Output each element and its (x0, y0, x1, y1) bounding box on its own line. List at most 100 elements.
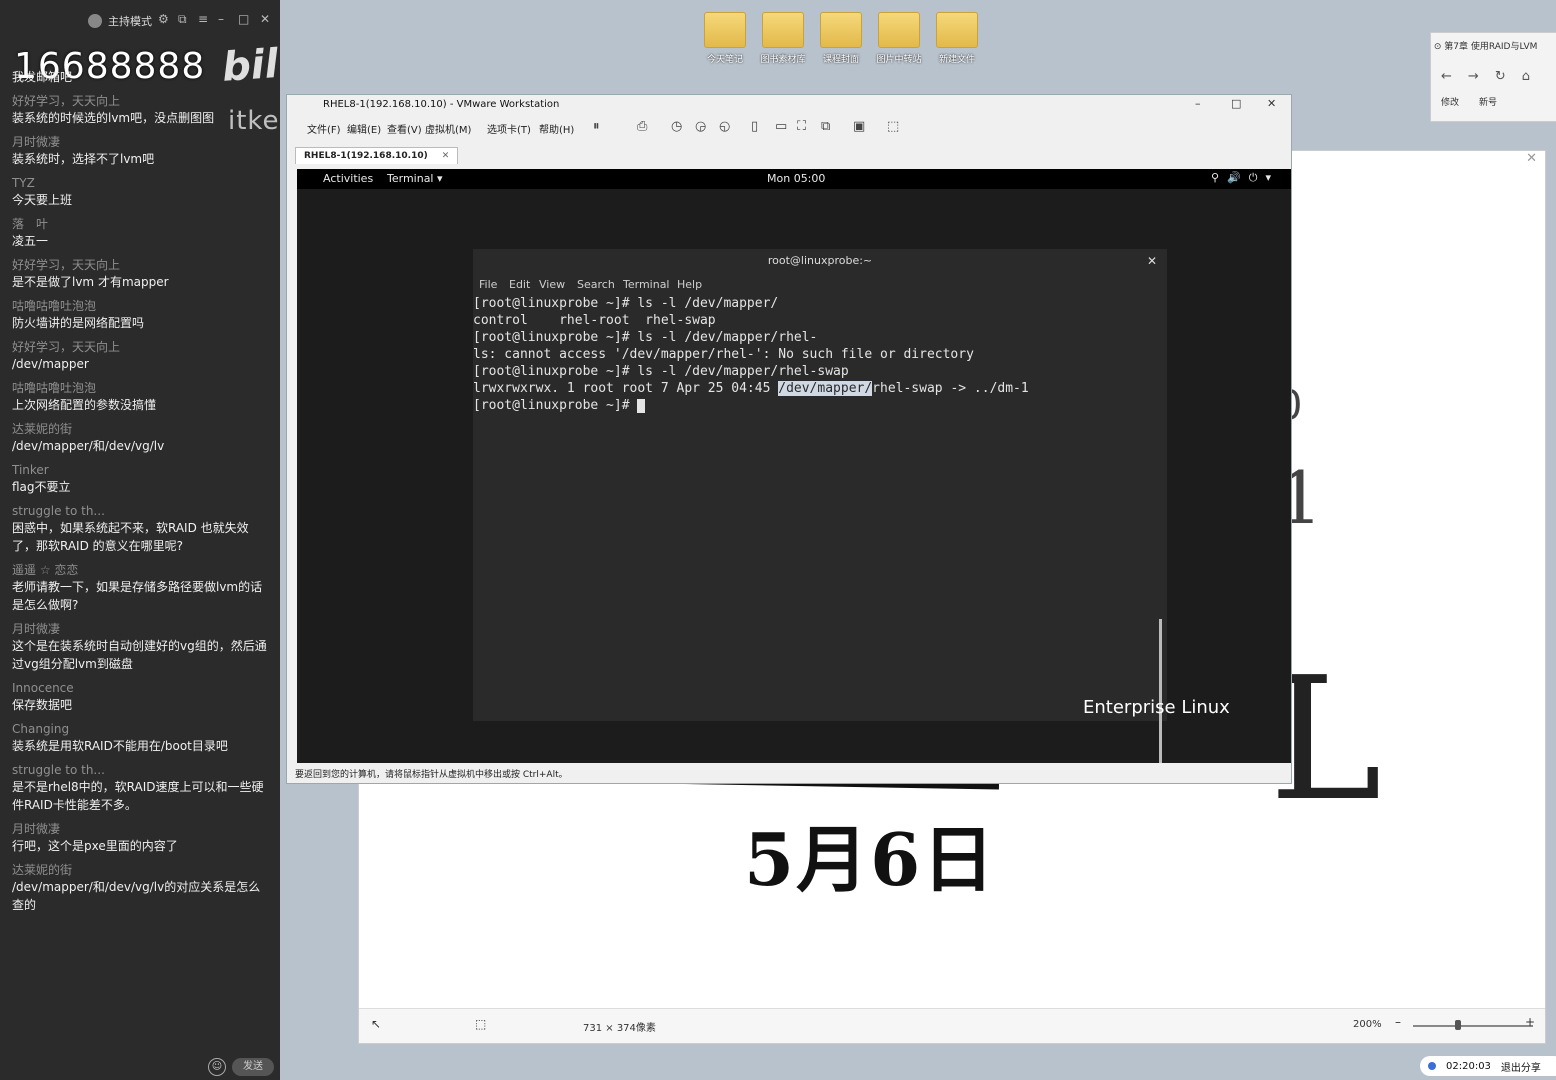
pause-icon[interactable]: ⏸ (593, 119, 600, 134)
desktop-folder-icon[interactable]: 新建文件 (932, 12, 982, 65)
activities-button[interactable]: Activities (323, 172, 373, 185)
chat-message: 达莱妮的街/dev/mapper/和/dev/vg/lv的对应关系是怎么查的 (12, 862, 270, 914)
terminal-menu-item[interactable]: File (479, 278, 497, 291)
menu-item[interactable]: 查看(V) (387, 121, 422, 136)
menu-item[interactable]: 虚拟机(M) (425, 121, 471, 136)
terminal-menu-item[interactable]: Terminal (623, 278, 670, 291)
chat-username[interactable]: Tinker (12, 462, 270, 478)
minimize-icon[interactable]: – (1195, 97, 1201, 110)
chat-text: 老师请教一下，如果是存储多路径要做lvm的话是怎么做啊? (12, 580, 263, 612)
desktop-folder-icon[interactable]: 今天笔记 (700, 12, 750, 65)
chat-username[interactable]: 咕噜咕噜吐泡泡 (12, 380, 270, 396)
back-icon[interactable]: ← (1441, 69, 1452, 84)
forward-icon[interactable]: → (1468, 69, 1479, 84)
chat-text: 保存数据吧 (12, 698, 73, 712)
menu-item[interactable]: 编辑(E) (347, 121, 381, 136)
chat-username[interactable]: 落 叶 (12, 216, 270, 232)
menu-item[interactable]: 文件(F) (307, 121, 341, 136)
gnome-topbar: Activities Terminal ▾ Mon 05:00 ⚲🔊⏻▾ (297, 169, 1291, 189)
popout-icon[interactable]: ⧉ (178, 12, 187, 27)
terminal-menu-item[interactable]: Help (677, 278, 702, 291)
select-icon[interactable]: ⬚ (475, 1017, 486, 1031)
chat-username[interactable]: 好好学习，天天向上 (12, 257, 270, 273)
chat-username[interactable]: 好好学习，天天向上 (12, 93, 270, 109)
chat-username[interactable]: 月时微凄 (12, 134, 270, 150)
chat-username[interactable]: 好好学习，天天向上 (12, 339, 270, 355)
desktop-folder-icon[interactable]: 图书素材库 (758, 12, 808, 65)
browser-nav: ← → ↻ ⌂ (1441, 69, 1530, 84)
minimize-icon[interactable]: – (218, 12, 224, 26)
pointer-icon[interactable]: ↖ (371, 1017, 381, 1031)
guest-desktop[interactable]: Activities Terminal ▾ Mon 05:00 ⚲🔊⏻▾ roo… (297, 169, 1291, 763)
view-options-icon[interactable]: ⬚ (887, 119, 899, 134)
unity-icon[interactable]: ⧉ (821, 119, 830, 134)
chat-message: 好好学习，天天向上 是不是做了lvm 才有mapper (12, 257, 270, 291)
chat-topbar: 主持模式 ⚙ ⧉ ≡ – □ ✕ (0, 0, 280, 40)
send-keys-icon[interactable]: ⎙ (637, 119, 647, 134)
chat-username[interactable]: 遥遥 ☆ 恋恋 (12, 562, 270, 578)
snapshot-icon[interactable]: ◷ (671, 119, 682, 134)
chat-username[interactable]: struggle to th... (12, 503, 270, 519)
close-icon[interactable]: ✕ (1267, 97, 1276, 110)
desktop-folder-icon[interactable]: 图片中转站 (874, 12, 924, 65)
tab-rhel8[interactable]: RHEL8-1(192.168.10.10) ✕ (295, 147, 459, 164)
terminal-window[interactable]: root@linuxprobe:~ ✕ File Edit View Search Te… (473, 249, 1167, 763)
close-icon[interactable]: ✕ (1526, 151, 1537, 166)
chat-username[interactable]: 月时微凄 (12, 821, 270, 837)
home-icon[interactable]: ⌂ (1522, 69, 1530, 84)
menu-item[interactable]: 帮助(H) (539, 121, 574, 136)
chat-username[interactable]: 达莱妮的街 (12, 862, 270, 878)
settings-icon[interactable]: ⚙ (158, 12, 169, 26)
zoom-in-icon[interactable]: + (1525, 1015, 1535, 1029)
desktop-folder-icon[interactable]: 课程封面 (816, 12, 866, 65)
manage-snapshot-icon[interactable]: ◵ (719, 119, 730, 134)
zoom-slider-knob[interactable] (1455, 1020, 1461, 1030)
maximize-icon[interactable]: □ (1231, 97, 1241, 110)
browser-tab[interactable]: ⊙ 第7章 使用RAID与LVM (1431, 39, 1556, 57)
chat-messages: 我发邮箱吧 好好学习，天天向上 装系统的时候选的lvm吧，没点删图图 月时微凄 装系统时… (12, 68, 270, 921)
zoom-out-icon[interactable]: – (1395, 1015, 1401, 1029)
close-icon[interactable]: ✕ (1147, 249, 1157, 273)
close-icon[interactable]: ✕ (260, 12, 270, 26)
chat-panel: 主持模式 ⚙ ⧉ ≡ – □ ✕ 16688888 bilibili itke1… (0, 0, 280, 1080)
maximize-icon[interactable]: □ (238, 12, 249, 26)
terminal-line: [root@linuxprobe ~]# ls -l /dev/mapper/r… (473, 364, 849, 379)
terminal-icon[interactable]: ▣ (853, 119, 865, 134)
send-button[interactable]: 发送 (232, 1058, 274, 1076)
chat-message: 我发邮箱吧 (12, 68, 270, 86)
favorite-item[interactable]: 修改 (1441, 95, 1459, 108)
emoji-icon[interactable]: ☺ (208, 1058, 226, 1076)
zoom-slider[interactable] (1413, 1025, 1533, 1027)
chat-username[interactable]: TYZ (12, 175, 270, 191)
chat-username[interactable]: struggle to th... (12, 762, 270, 778)
share-timer: 02:20:03 (1446, 1060, 1491, 1072)
terminal-menu-item[interactable]: View (539, 278, 565, 291)
terminal-menu-item[interactable]: Search (577, 278, 615, 291)
terminal-output[interactable]: [root@linuxprobe ~]# ls -l /dev/mapper/ … (473, 295, 1029, 414)
chat-text: /dev/mapper (12, 357, 89, 371)
chat-message: 遥遥 ☆ 恋恋老师请教一下，如果是存储多路径要做lvm的话是怎么做啊? (12, 562, 270, 614)
menu-item[interactable]: 选项卡(T) (487, 121, 531, 136)
fullscreen-icon[interactable]: ⛶ (797, 119, 806, 134)
chat-username[interactable]: 月时微凄 (12, 621, 270, 637)
terminal-menu-item[interactable]: Edit (509, 278, 530, 291)
chat-username[interactable]: 达莱妮的街 (12, 421, 270, 437)
favorite-item[interactable]: 新号 (1479, 95, 1497, 108)
vmware-titlebar: RHEL8-1(192.168.10.10) - VMware Workstat… (287, 95, 1291, 115)
close-icon[interactable]: ✕ (442, 151, 450, 161)
scrollbar[interactable] (1159, 619, 1162, 763)
chat-username[interactable]: 咕噜咕噜吐泡泡 (12, 298, 270, 314)
system-tray[interactable]: ⚲🔊⏻▾ (1211, 171, 1279, 185)
console-icon[interactable]: ▭ (775, 119, 787, 134)
chat-username[interactable]: Innocence (12, 680, 270, 696)
chat-username[interactable]: Changing (12, 721, 270, 737)
menu-icon[interactable]: ≡ (198, 12, 208, 26)
sidebar-icon[interactable]: ▯ (751, 119, 758, 134)
host-mode-toggle[interactable]: 主持模式 (88, 13, 152, 29)
chat-text: 这个是在装系统时自动创建好的vg组的，然后通过vg组分配lvm到磁盘 (12, 639, 267, 671)
reload-icon[interactable]: ↻ (1495, 69, 1506, 84)
clock[interactable]: Mon 05:00 (767, 172, 825, 185)
exit-share-button[interactable]: 退出分享 (1501, 1059, 1541, 1074)
app-menu[interactable]: Terminal ▾ (387, 172, 443, 185)
revert-icon[interactable]: ◶ (695, 119, 706, 134)
